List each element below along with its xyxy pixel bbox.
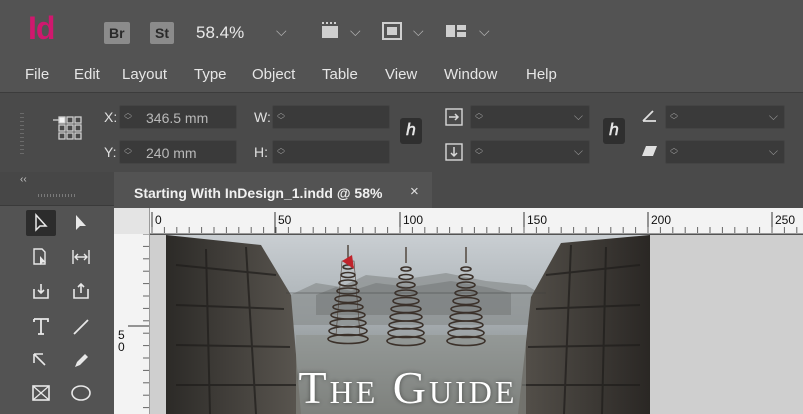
- zoom-dropdown-icon[interactable]: ⌵: [276, 20, 287, 42]
- pencil-tool-icon[interactable]: [66, 348, 96, 374]
- x-label: X:: [104, 109, 118, 125]
- stock-button[interactable]: St: [150, 22, 174, 44]
- screen-mode-dropdown-icon[interactable]: ⌵: [413, 20, 424, 42]
- menu-bar: File Edit Layout Type Object Table View …: [0, 62, 803, 89]
- width-spinner-icon[interactable]: ︿ ﹀: [277, 109, 287, 125]
- rotation-angle-icon: [640, 107, 660, 130]
- application-bar: Id Br St 58.4% ⌵ ⌵ ⌵ ⌵: [0, 0, 803, 62]
- x-position-value: 346.5 mm: [146, 110, 209, 126]
- arrange-documents-icon[interactable]: [443, 20, 469, 47]
- rotation-spinner-icon[interactable]: ︿ ﹀: [670, 109, 680, 125]
- menu-window[interactable]: Window: [444, 66, 497, 83]
- indesign-logo: Id: [28, 10, 55, 46]
- x-position-field[interactable]: ︿ ﹀ 346.5 mm: [119, 105, 237, 129]
- constrain-scale-link-icon[interactable]: ℎ: [603, 118, 625, 144]
- scale-x-spinner-icon[interactable]: ︿ ﹀: [475, 109, 485, 125]
- view-options-icon[interactable]: [318, 20, 344, 47]
- menu-table[interactable]: Table: [322, 66, 358, 83]
- ruler-origin[interactable]: [114, 208, 150, 234]
- h-label: H:: [254, 144, 268, 160]
- control-panel-grip[interactable]: [20, 113, 24, 157]
- rectangle-frame-tool-icon[interactable]: [26, 380, 56, 406]
- ruler-h-label: 0: [155, 213, 162, 227]
- y-position-value: 240 mm: [146, 145, 197, 161]
- gap-tool-icon[interactable]: [66, 244, 96, 270]
- pen-tool-icon[interactable]: [26, 348, 56, 374]
- collapse-panel-icon[interactable]: ‹‹: [20, 174, 27, 185]
- cover-heading[interactable]: The Guide: [166, 361, 650, 414]
- ruler-h-label: 250: [775, 213, 796, 227]
- scale-x-dropdown-icon[interactable]: ⌵: [574, 109, 583, 124]
- scale-x-field[interactable]: ︿ ﹀ ⌵: [470, 105, 590, 129]
- scale-y-dropdown-icon[interactable]: ⌵: [574, 144, 583, 159]
- reference-point-icon[interactable]: [50, 111, 86, 152]
- bridge-button[interactable]: Br: [104, 22, 130, 44]
- direct-selection-tool-icon[interactable]: [66, 210, 96, 236]
- ruler-h-label: 100: [403, 213, 424, 227]
- height-spinner-icon[interactable]: ︿ ﹀: [277, 144, 287, 160]
- tools-panel-grip[interactable]: [38, 194, 76, 197]
- ellipse-tool-icon[interactable]: [66, 380, 96, 406]
- content-placer-tool-icon[interactable]: [66, 278, 96, 304]
- scale-x-icon: [444, 107, 466, 132]
- ruler-h-label: 200: [651, 213, 672, 227]
- y-spinner-icon[interactable]: ︿ ﹀: [124, 144, 134, 160]
- horizontal-ruler-ticks: [151, 212, 798, 233]
- zoom-level[interactable]: 58.4%: [196, 22, 244, 44]
- screen-mode-icon[interactable]: [380, 20, 404, 47]
- w-label: W:: [254, 109, 271, 125]
- tools-panel-header[interactable]: ‹‹: [0, 172, 114, 206]
- document-tab-title: Starting With InDesign_1.indd @ 58%: [134, 185, 383, 201]
- control-panel: X: ︿ ﹀ 346.5 mm Y: ︿ ﹀ 240 mm W: ︿ ﹀ H: ︿ ﹀ …: [0, 92, 803, 172]
- page-tool-icon[interactable]: [26, 244, 56, 270]
- view-options-dropdown-icon[interactable]: ⌵: [350, 20, 361, 42]
- scale-y-spinner-icon[interactable]: ︿ ﹀: [475, 144, 485, 160]
- menu-view[interactable]: View: [385, 66, 417, 83]
- horizontal-ruler[interactable]: 0 50 100 150 200 250: [114, 208, 803, 234]
- tools-panel: ‹‹: [0, 172, 114, 414]
- vertical-ruler[interactable]: 5 0: [114, 234, 150, 414]
- scale-y-icon: [444, 142, 466, 167]
- document-page[interactable]: The Guide: [166, 235, 650, 414]
- shear-dropdown-icon[interactable]: ⌵: [769, 144, 778, 159]
- ruler-h-label: 50: [278, 213, 292, 227]
- selection-tool-icon[interactable]: [26, 210, 56, 236]
- scale-y-field[interactable]: ︿ ﹀ ⌵: [470, 140, 590, 164]
- line-tool-icon[interactable]: [66, 314, 96, 340]
- ruler-v-label: 0: [118, 340, 125, 354]
- y-position-field[interactable]: ︿ ﹀ 240 mm: [119, 140, 237, 164]
- shear-spinner-icon[interactable]: ︿ ﹀: [670, 144, 680, 160]
- content-collector-tool-icon[interactable]: [26, 278, 56, 304]
- menu-help[interactable]: Help: [526, 66, 557, 83]
- shear-angle-icon: [640, 142, 660, 165]
- document-tab[interactable]: Starting With InDesign_1.indd @ 58% ×: [114, 172, 432, 208]
- arrange-documents-dropdown-icon[interactable]: ⌵: [479, 20, 490, 42]
- menu-type[interactable]: Type: [194, 66, 227, 83]
- tab-strip-background: [432, 172, 803, 208]
- menu-edit[interactable]: Edit: [74, 66, 100, 83]
- y-label: Y:: [104, 144, 117, 160]
- shear-angle-field[interactable]: ︿ ﹀ ⌵: [665, 140, 785, 164]
- x-spinner-icon[interactable]: ︿ ﹀: [124, 109, 134, 125]
- menu-file[interactable]: File: [25, 66, 49, 83]
- menu-object[interactable]: Object: [252, 66, 295, 83]
- close-document-icon[interactable]: ×: [410, 183, 419, 200]
- menu-layout[interactable]: Layout: [122, 66, 167, 83]
- height-field[interactable]: ︿ ﹀: [272, 140, 390, 164]
- rotation-angle-field[interactable]: ︿ ﹀ ⌵: [665, 105, 785, 129]
- constrain-proportions-link-icon[interactable]: ℎ: [400, 118, 422, 144]
- width-field[interactable]: ︿ ﹀: [272, 105, 390, 129]
- type-tool-icon[interactable]: [26, 314, 56, 340]
- rotation-dropdown-icon[interactable]: ⌵: [769, 109, 778, 124]
- ruler-h-label: 150: [527, 213, 548, 227]
- vertical-ruler-ticks: [128, 234, 149, 409]
